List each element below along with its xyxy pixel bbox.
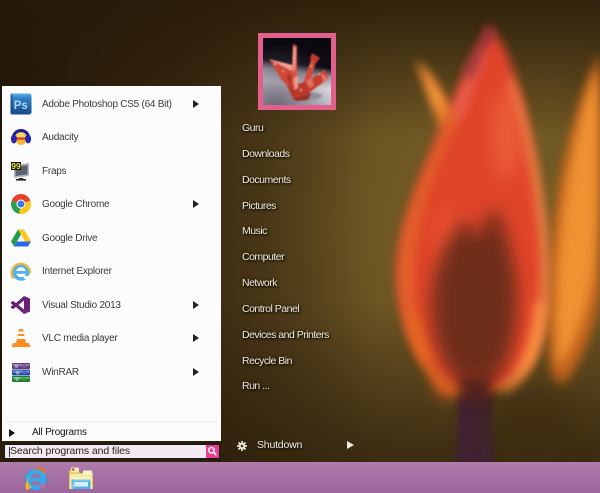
svg-text:Ps: Ps (14, 100, 28, 112)
svg-text:99: 99 (11, 161, 21, 171)
